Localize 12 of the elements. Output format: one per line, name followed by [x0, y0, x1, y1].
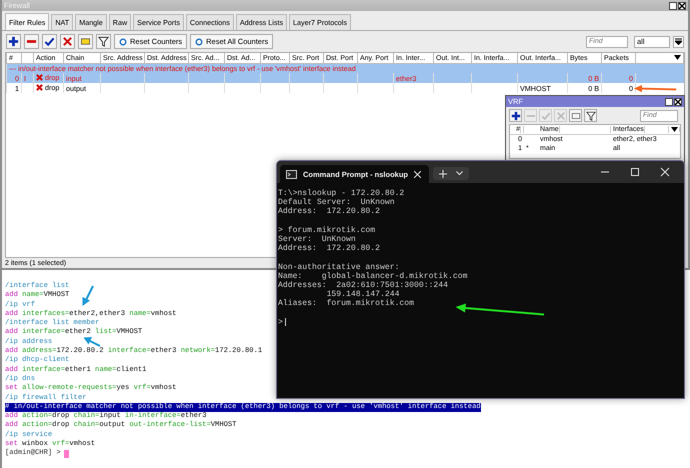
terminal-line: T:\>nslookup - 172.20.80.2	[278, 189, 404, 198]
terminal-line: Address: 172.20.80.2	[278, 207, 380, 217]
terminal-line: Name: global-balancer-d.mikrotik.com	[278, 272, 468, 281]
terminal-line: Server: UnKnown	[278, 235, 356, 244]
terminal-line: Default Server: UnKnown	[278, 198, 395, 208]
terminal-line: Address: 172.20.80.2	[278, 244, 380, 254]
terminal-line: Aliases: forum.mikrotik.com	[278, 299, 414, 309]
terminal-prompt: >	[278, 318, 283, 327]
terminal-line: > forum.mikrotik.com	[278, 226, 376, 235]
terminal-line: Non-authoritative answer:	[278, 262, 400, 272]
terminal-line: 159.148.147.244	[326, 290, 400, 300]
terminal-line: Addresses: 2a02:610:7501:3000::244	[278, 281, 448, 290]
